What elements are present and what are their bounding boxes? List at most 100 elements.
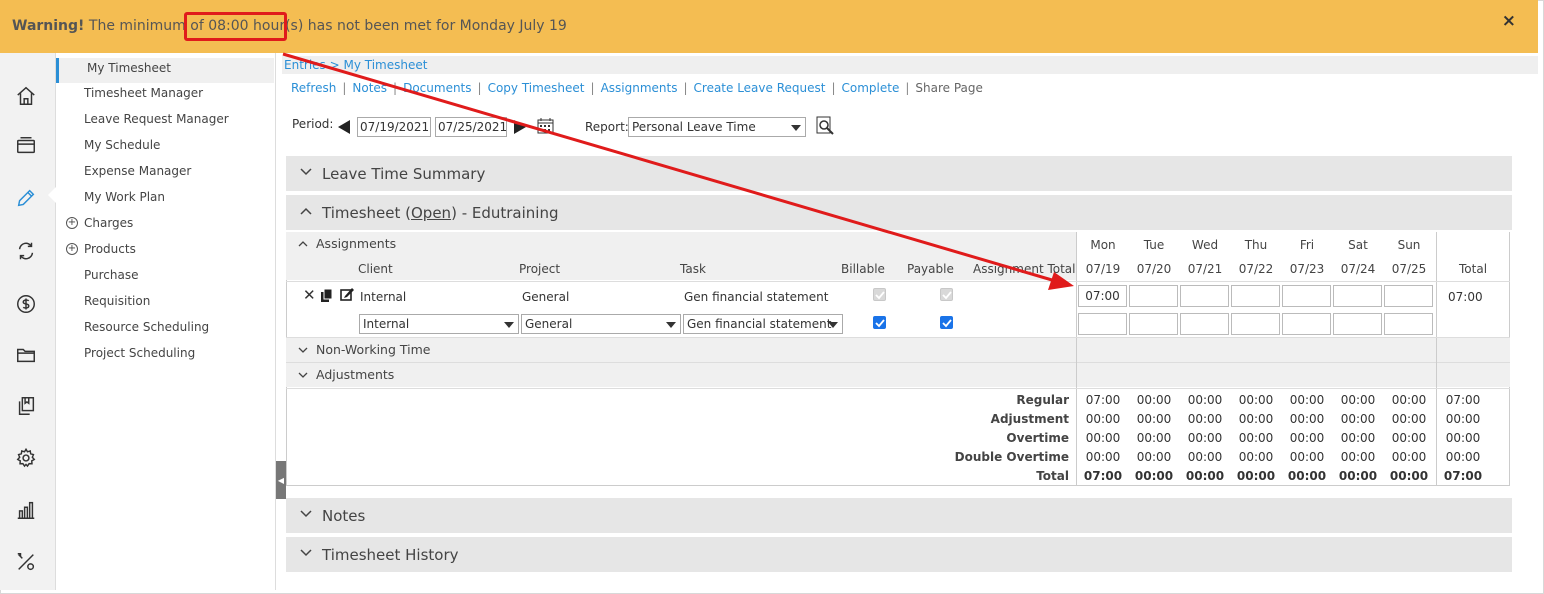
- day-date-0: 07/19: [1085, 262, 1121, 276]
- totals-cell: 07:00: [1083, 469, 1123, 483]
- totals-label-4: Total: [1036, 469, 1069, 483]
- subsection-assignments[interactable]: Assignments: [286, 232, 1076, 256]
- menu-item-leave-request-manager[interactable]: Leave Request Manager: [84, 112, 229, 126]
- chevron-down-icon: [300, 549, 312, 557]
- report-select[interactable]: Personal Leave Time: [628, 117, 806, 137]
- row2-hours-input-5[interactable]: [1333, 313, 1382, 335]
- row2-hours-input-2[interactable]: [1180, 313, 1229, 335]
- annotation-highlight-box: [184, 12, 287, 41]
- menu-item-my-work-plan[interactable]: My Work Plan: [84, 190, 165, 204]
- totals-cell: 00:00: [1136, 450, 1172, 464]
- row2-hours-input-3[interactable]: [1231, 313, 1280, 335]
- chevron-up-icon: [298, 241, 308, 247]
- sync-icon[interactable]: [14, 239, 38, 263]
- row2-hours-input-6[interactable]: [1384, 313, 1433, 335]
- subsection-adjustments[interactable]: Adjustments: [286, 363, 1510, 387]
- folder-icon[interactable]: [14, 343, 38, 367]
- tools-icon[interactable]: [14, 550, 38, 574]
- menu-item-requisition[interactable]: Requisition: [84, 294, 150, 308]
- day-date-6: 07/25: [1391, 262, 1427, 276]
- row2-hours-input-0[interactable]: [1078, 313, 1127, 335]
- gear-icon[interactable]: [14, 446, 38, 470]
- row1-hours-input-2[interactable]: [1180, 285, 1229, 307]
- totals-cell: 00:00: [1187, 431, 1223, 445]
- chevron-down-icon: [504, 322, 514, 328]
- client-select[interactable]: Internal: [359, 314, 519, 334]
- totals-label-3: Double Overtime: [954, 450, 1069, 464]
- close-icon[interactable]: ×: [1502, 11, 1516, 31]
- expand-charges-icon[interactable]: +: [66, 217, 78, 229]
- edit-icon[interactable]: [340, 287, 354, 301]
- menu-item-expense-manager[interactable]: Expense Manager: [84, 164, 191, 178]
- menu-item-resource-scheduling[interactable]: Resource Scheduling: [84, 320, 209, 334]
- row2-payable-checkbox[interactable]: [940, 316, 953, 329]
- menu-item-my-timesheet[interactable]: My Timesheet: [56, 58, 274, 83]
- row1-hours-input-0[interactable]: 07:00: [1078, 285, 1127, 307]
- home-icon[interactable]: [14, 84, 38, 108]
- totals-cell: 00:00: [1391, 393, 1427, 407]
- documents-icon[interactable]: [14, 394, 38, 418]
- menu-item-purchase[interactable]: Purchase: [84, 268, 139, 282]
- complete-link[interactable]: Complete: [842, 81, 900, 95]
- totals-cell: 00:00: [1187, 393, 1223, 407]
- totals-row-total: 00:00: [1445, 412, 1481, 426]
- breadcrumb[interactable]: Entries > My Timesheet: [282, 56, 1538, 74]
- menu-item-project-scheduling[interactable]: Project Scheduling: [84, 346, 195, 360]
- period-start-field[interactable]: 07/19/2021: [357, 117, 431, 137]
- card-icon[interactable]: [14, 134, 38, 158]
- dollar-icon[interactable]: [14, 292, 38, 316]
- row1-hours-input-6[interactable]: [1384, 285, 1433, 307]
- day-name-1: Tue: [1143, 238, 1165, 252]
- chevron-down-icon: [300, 510, 312, 518]
- menu-caret: [48, 187, 56, 203]
- timesheet-status: Open: [411, 204, 452, 222]
- day-date-5: 07/24: [1340, 262, 1376, 276]
- copy-timesheet-link[interactable]: Copy Timesheet: [488, 81, 585, 95]
- totals-row-total: 00:00: [1445, 450, 1481, 464]
- previous-period-icon[interactable]: [338, 120, 350, 134]
- project-select[interactable]: General: [521, 314, 681, 334]
- totals-label-1: Adjustment: [990, 412, 1069, 426]
- section-leave-time-summary[interactable]: Leave Time Summary: [286, 156, 1512, 192]
- copy-icon[interactable]: [321, 289, 333, 302]
- totals-cell: 00:00: [1134, 469, 1174, 483]
- documents-link[interactable]: Documents: [403, 81, 471, 95]
- section-timesheet-history[interactable]: Timesheet History: [286, 537, 1512, 573]
- calendar-icon[interactable]: [537, 117, 554, 134]
- menu-item-products[interactable]: Products: [84, 242, 136, 256]
- totals-cell: 00:00: [1391, 431, 1427, 445]
- totals-cell: 00:00: [1185, 469, 1225, 483]
- expand-products-icon[interactable]: +: [66, 243, 78, 255]
- assignments-link[interactable]: Assignments: [601, 81, 678, 95]
- row1-hours-input-3[interactable]: [1231, 285, 1280, 307]
- row1-hours-input-1[interactable]: [1129, 285, 1178, 307]
- row2-hours-input-4[interactable]: [1282, 313, 1331, 335]
- menu-item-my-schedule[interactable]: My Schedule: [84, 138, 160, 152]
- totals-cell: 00:00: [1236, 469, 1276, 483]
- section-notes[interactable]: Notes: [286, 498, 1512, 534]
- totals-cell: 00:00: [1391, 450, 1427, 464]
- search-icon[interactable]: [815, 116, 835, 136]
- row2-billable-checkbox[interactable]: [873, 316, 886, 329]
- refresh-link[interactable]: Refresh: [291, 81, 336, 95]
- row1-task: Gen financial statement: [684, 290, 829, 304]
- collapse-menu-handle[interactable]: ◀: [276, 461, 286, 499]
- section-timesheet[interactable]: Timesheet (Open) - Edutraining: [286, 195, 1512, 231]
- bar-chart-icon[interactable]: [14, 498, 38, 522]
- next-period-icon[interactable]: [514, 120, 526, 134]
- totals-cell: 00:00: [1340, 412, 1376, 426]
- delete-icon[interactable]: ✕: [303, 286, 316, 304]
- row1-hours-input-5[interactable]: [1333, 285, 1382, 307]
- subsection-non-working-time[interactable]: Non-Working Time: [286, 338, 1510, 362]
- create-leave-request-link[interactable]: Create Leave Request: [694, 81, 826, 95]
- menu-item-timesheet-manager[interactable]: Timesheet Manager: [84, 86, 203, 100]
- menu-item-charges[interactable]: Charges: [84, 216, 133, 230]
- notes-link[interactable]: Notes: [352, 81, 387, 95]
- period-end-field[interactable]: 07/25/2021: [435, 117, 507, 137]
- task-select[interactable]: Gen financial statement: [683, 314, 843, 334]
- totals-cell: 00:00: [1289, 431, 1325, 445]
- row2-hours-input-1[interactable]: [1129, 313, 1178, 335]
- pencil-icon[interactable]: [14, 186, 38, 210]
- share-page-text[interactable]: Share Page: [915, 81, 983, 95]
- row1-hours-input-4[interactable]: [1282, 285, 1331, 307]
